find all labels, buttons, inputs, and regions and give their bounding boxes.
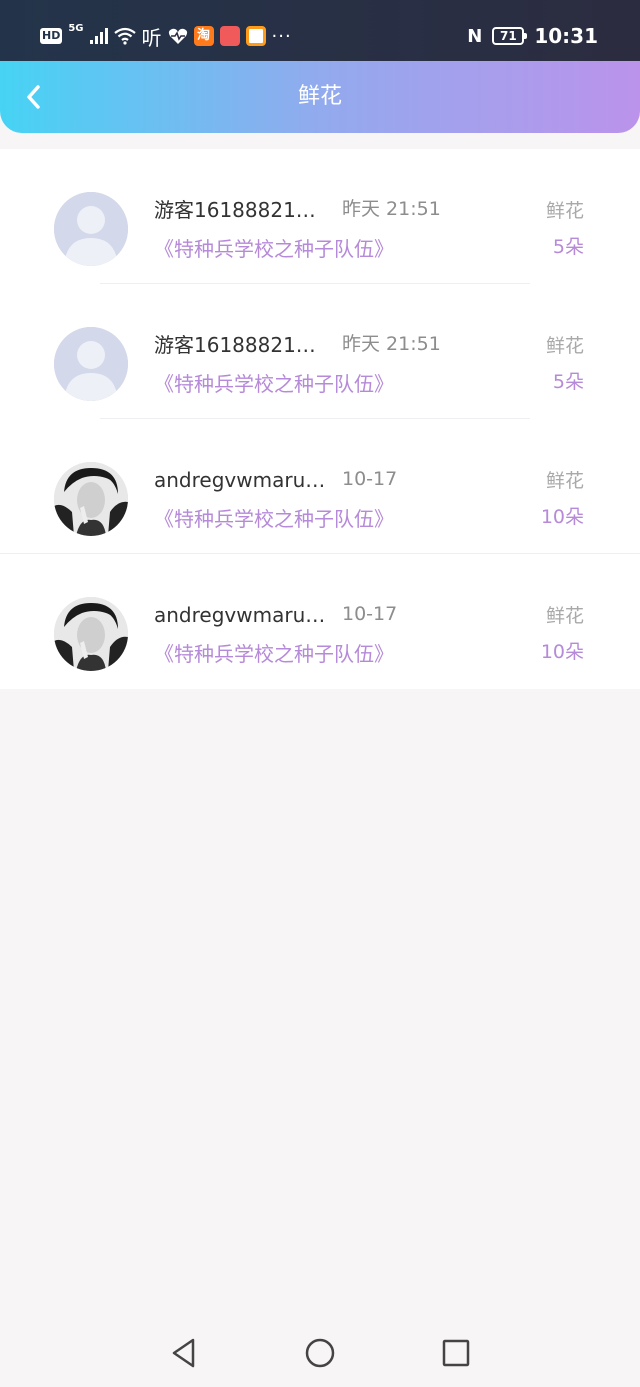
user-photo-avatar <box>54 597 128 671</box>
wifi-icon <box>113 27 136 45</box>
gift-count: 5朵 <box>552 236 584 258</box>
username: 游客16188821… <box>154 333 316 357</box>
nfc-icon: N <box>467 25 483 47</box>
signal-icon <box>89 28 108 44</box>
triangle-back-icon <box>172 1338 195 1367</box>
avatar <box>54 597 128 671</box>
book-title[interactable]: 《特种兵学校之种子队伍》 <box>154 504 394 534</box>
battery-icon: 71 <box>492 27 528 45</box>
orange-app-icon <box>245 26 266 46</box>
username: 游客16188821… <box>154 198 316 222</box>
gift-count: 5朵 <box>552 371 584 393</box>
header-bar: 鲜花 <box>0 61 640 133</box>
avatar <box>54 327 128 401</box>
status-left: HD 5G 听 淘 ··· <box>40 22 292 50</box>
gift-time: 昨天 21:51 <box>342 333 441 355</box>
gift-list: 游客16188821… 昨天 21:51 《特种兵学校之种子队伍》 鲜花 5朵 … <box>0 149 640 689</box>
gift-time: 昨天 21:51 <box>342 198 441 220</box>
default-avatar-icon <box>54 192 128 266</box>
status-right: N 71 10:31 <box>467 22 598 50</box>
nav-back-button[interactable] <box>156 1325 212 1381</box>
list-item[interactable]: 游客16188821… 昨天 21:51 《特种兵学校之种子队伍》 鲜花 5朵 <box>0 284 640 419</box>
nav-home-button[interactable] <box>292 1325 348 1381</box>
nav-recents-button[interactable] <box>428 1325 484 1381</box>
network-label: 5G <box>68 23 84 34</box>
book-title[interactable]: 《特种兵学校之种子队伍》 <box>154 369 394 399</box>
default-avatar-icon <box>54 327 128 401</box>
list-item[interactable]: andregvwmaru… 10-17 《特种兵学校之种子队伍》 鲜花 10朵 <box>0 419 640 554</box>
username: andregvwmaru… <box>154 603 324 627</box>
gift-time: 10-17 <box>342 468 398 490</box>
square-recents-icon <box>442 1339 470 1366</box>
avatar <box>54 192 128 266</box>
gift-count: 10朵 <box>540 641 584 663</box>
username: andregvwmaru… <box>154 468 324 492</box>
ting-icon: 听 <box>141 25 162 50</box>
gift-count: 10朵 <box>540 506 584 528</box>
gift-type-label: 鲜花 <box>545 605 584 627</box>
book-title[interactable]: 《特种兵学校之种子队伍》 <box>154 234 394 264</box>
hd-badge: HD <box>40 28 63 44</box>
gift-type-label: 鲜花 <box>545 335 584 357</box>
health-icon <box>168 28 187 44</box>
avatar <box>54 462 128 536</box>
status-bar: HD 5G 听 淘 ··· N 71 10:31 <box>0 0 640 62</box>
list-item[interactable]: 游客16188821… 昨天 21:51 《特种兵学校之种子队伍》 鲜花 5朵 <box>0 149 640 284</box>
gift-type-label: 鲜花 <box>545 200 584 222</box>
taobao-icon: 淘 <box>193 26 214 46</box>
red-app-icon <box>219 26 240 46</box>
gift-type-label: 鲜花 <box>545 470 584 492</box>
page-title: 鲜花 <box>297 84 342 109</box>
more-notifications-icon: ··· <box>271 25 292 47</box>
list-item[interactable]: andregvwmaru… 10-17 《特种兵学校之种子队伍》 鲜花 10朵 <box>0 554 640 689</box>
system-nav-bar <box>0 1318 640 1387</box>
circle-home-icon <box>305 1338 335 1367</box>
user-photo-avatar <box>54 462 128 536</box>
clock: 10:31 <box>534 24 598 48</box>
book-title[interactable]: 《特种兵学校之种子队伍》 <box>154 639 394 669</box>
gift-time: 10-17 <box>342 603 398 625</box>
